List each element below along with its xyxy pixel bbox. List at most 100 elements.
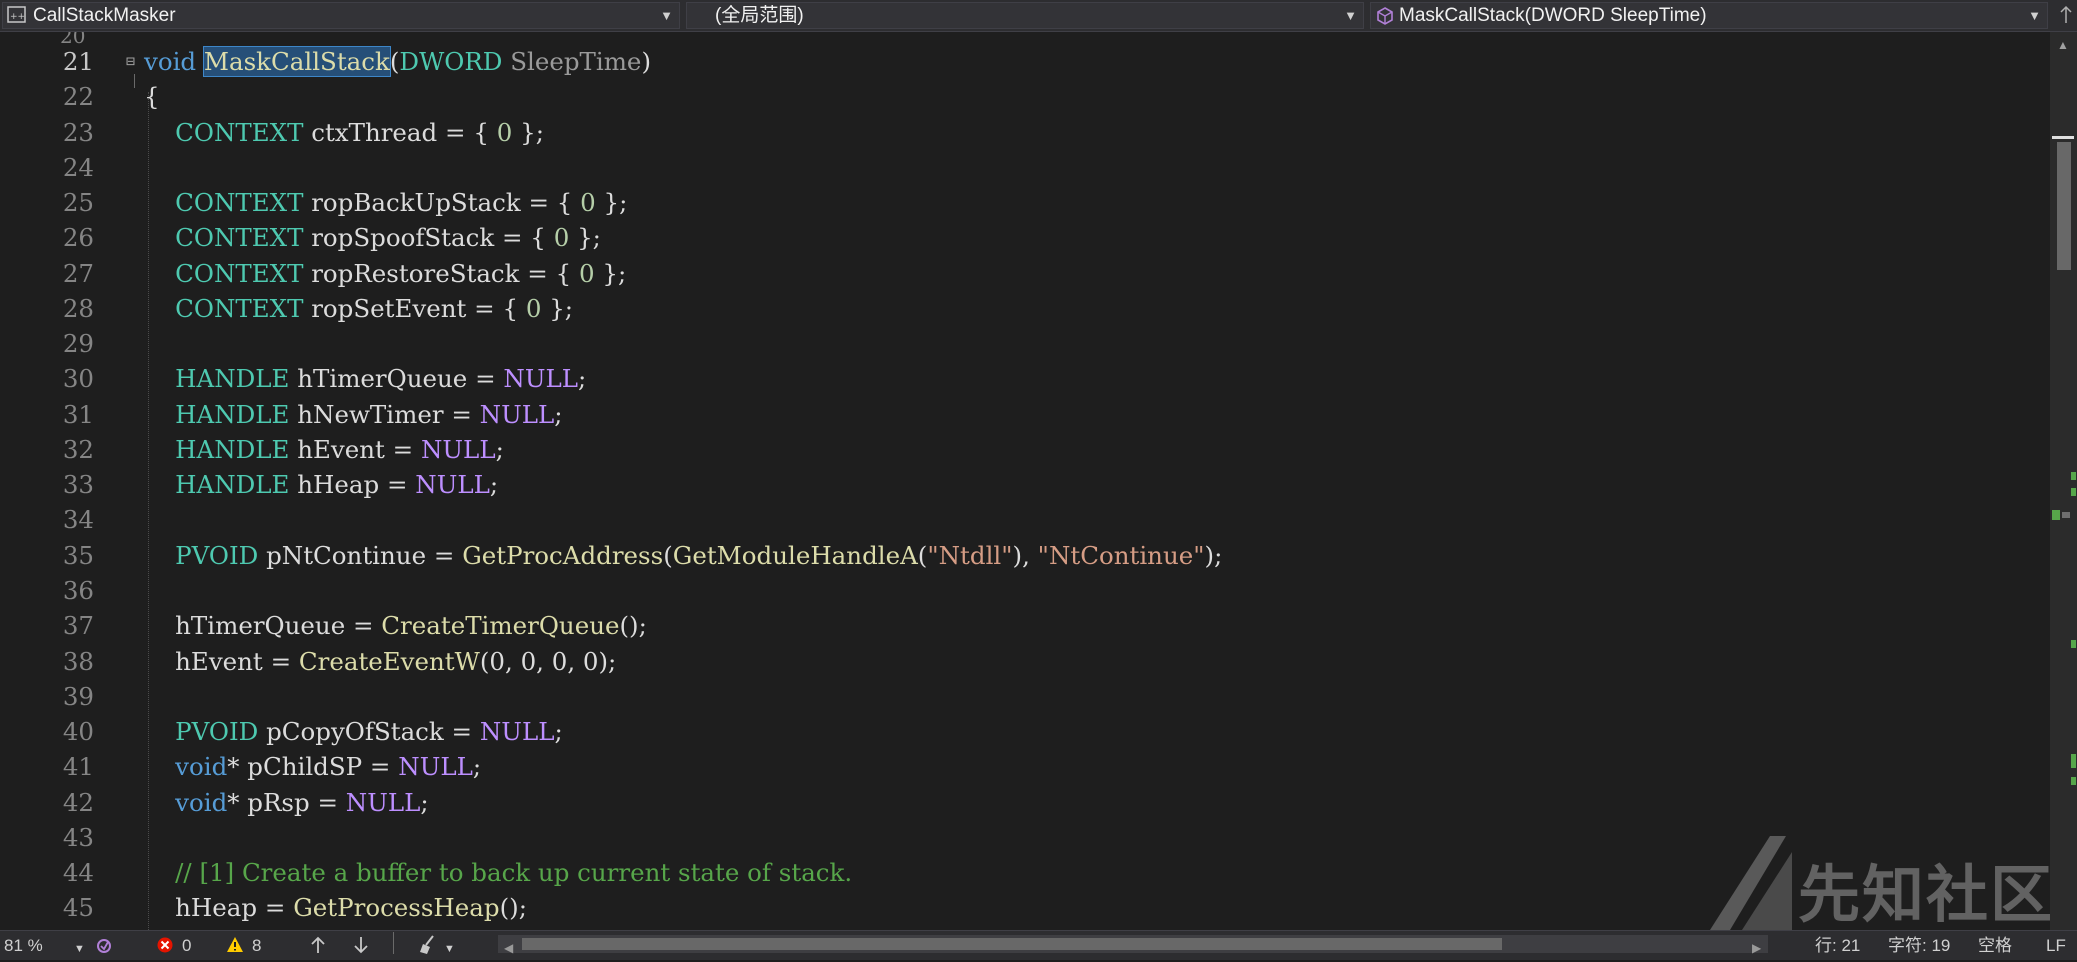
code-line[interactable]: 40 PVOID pCopyOfStack = NULL; xyxy=(0,714,2050,749)
scroll-thumb[interactable] xyxy=(2057,142,2071,270)
code-text: void MaskCallStack(DWORD SleepTime) xyxy=(144,44,651,79)
code-token: PVOID xyxy=(144,540,267,570)
code-token: MaskCallStack xyxy=(202,46,391,77)
scroll-left-icon[interactable]: ◀ xyxy=(504,937,513,959)
code-line[interactable]: 27 CONTEXT ropRestoreStack = { 0 }; xyxy=(0,256,2050,291)
code-text: HANDLE hHeap = NULL; xyxy=(144,467,498,502)
chevron-down-icon[interactable]: ▼ xyxy=(74,938,85,960)
arrow-down-icon[interactable] xyxy=(352,934,370,962)
zoom-level[interactable]: 81 % xyxy=(4,935,43,957)
code-token: ( xyxy=(389,47,400,76)
code-line[interactable]: 35 PVOID pNtContinue = GetProcAddress(Ge… xyxy=(0,538,2050,573)
code-line[interactable]: 33 HANDLE hHeap = NULL; xyxy=(0,467,2050,502)
change-marker xyxy=(2071,488,2076,496)
code-line[interactable]: 36 xyxy=(0,573,2050,608)
code-token: 0 xyxy=(553,223,570,253)
code-text: CONTEXT ropSpoofStack = { 0 }; xyxy=(144,220,601,255)
code-line[interactable]: 32 HANDLE hEvent = NULL; xyxy=(0,432,2050,467)
line-number: 44 xyxy=(62,858,94,888)
code-token: ; xyxy=(495,434,504,464)
code-text: PVOID pNtContinue = GetProcAddress(GetMo… xyxy=(144,538,1222,573)
code-token: ) xyxy=(641,47,651,76)
code-token: DWORD xyxy=(399,47,511,76)
code-token: NULL xyxy=(345,787,421,817)
code-token: 0 xyxy=(580,188,596,218)
code-line[interactable]: 22 { xyxy=(0,79,2050,114)
error-count[interactable]: 0 xyxy=(182,935,191,957)
code-line[interactable]: 42 void* pRsp = NULL; xyxy=(0,785,2050,820)
code-text: // [1] Create a buffer to back up curren… xyxy=(144,855,852,890)
code-token: ( xyxy=(917,540,928,570)
warning-count[interactable]: 8 xyxy=(252,935,261,957)
code-token: NULL xyxy=(479,717,555,747)
code-line[interactable]: 23 CONTEXT ctxThread = { 0 }; xyxy=(0,115,2050,150)
code-cleanup-brush-icon[interactable] xyxy=(418,934,442,962)
code-line[interactable]: 24 xyxy=(0,150,2050,185)
split-editor-icon[interactable] xyxy=(2057,4,2075,26)
intellicode-icon[interactable] xyxy=(94,936,114,962)
code-token: hHeap = xyxy=(144,893,294,923)
code-token: CONTEXT xyxy=(144,293,312,323)
code-token: ropRestoreStack = { xyxy=(311,258,579,288)
code-token: void xyxy=(144,752,228,782)
code-token: NULL xyxy=(479,399,555,429)
code-line[interactable]: 26 CONTEXT ropSpoofStack = { 0 }; xyxy=(0,220,2050,255)
code-token: CONTEXT xyxy=(144,258,312,288)
code-token: NULL xyxy=(398,752,473,782)
line-number: 23 xyxy=(62,117,94,147)
project-dropdown[interactable]: ++ CallStackMasker ▼ xyxy=(2,2,680,29)
code-text: PVOID pCopyOfStack = NULL; xyxy=(144,714,563,749)
change-marker xyxy=(2071,777,2076,785)
svg-text:++: ++ xyxy=(10,12,25,22)
arrow-up-icon[interactable] xyxy=(309,934,327,962)
line-number: 29 xyxy=(62,329,94,359)
code-line[interactable]: 28 CONTEXT ropSetEvent = { 0 }; xyxy=(0,291,2050,326)
chevron-down-icon[interactable]: ▼ xyxy=(444,938,455,960)
warning-icon[interactable] xyxy=(226,936,244,960)
line-number: 43 xyxy=(62,822,94,852)
member-dropdown[interactable]: MaskCallStack(DWORD SleepTime) ▼ xyxy=(1370,2,2048,29)
code-line[interactable]: 29 xyxy=(0,326,2050,361)
line-number: 42 xyxy=(62,787,94,817)
cpp-project-icon: ++ xyxy=(7,6,27,28)
scroll-up-icon[interactable]: ▲ xyxy=(2057,38,2069,52)
code-line[interactable]: 31 HANDLE hNewTimer = NULL; xyxy=(0,397,2050,432)
code-text: hTimerQueue = CreateTimerQueue(); xyxy=(144,608,647,643)
vertical-scrollbar[interactable]: ▲ xyxy=(2050,32,2077,930)
code-token: ; xyxy=(489,470,499,500)
code-editor[interactable]: 20 21 ⊟ void MaskCallStack(DWORD SleepTime… xyxy=(0,32,2050,930)
line-number: 37 xyxy=(62,611,94,641)
code-line[interactable]: 34 xyxy=(0,502,2050,537)
chevron-down-icon: ▼ xyxy=(2028,8,2041,23)
code-token: GetProcessHeap xyxy=(293,893,500,923)
code-token: pNtContinue = xyxy=(266,540,463,570)
code-line[interactable]: 37 hTimerQueue = CreateTimerQueue(); xyxy=(0,608,2050,643)
code-line[interactable]: 25 CONTEXT ropBackUpStack = { 0 }; xyxy=(0,185,2050,220)
code-token: ; xyxy=(554,399,563,429)
code-line[interactable]: 30 HANDLE hTimerQueue = NULL; xyxy=(0,361,2050,396)
code-token: GetProcAddress xyxy=(462,540,664,570)
code-line[interactable]: 21 ⊟ void MaskCallStack(DWORD SleepTime) xyxy=(0,44,2050,79)
line-number: 39 xyxy=(62,681,94,711)
line-number: 45 xyxy=(62,893,94,923)
line-ending[interactable]: LF xyxy=(2046,935,2066,957)
horizontal-scroll-thumb[interactable] xyxy=(522,938,1502,950)
code-line[interactable]: 39 xyxy=(0,679,2050,714)
chevron-down-icon: ▼ xyxy=(1344,8,1357,23)
fold-collapse-icon[interactable]: ⊟ xyxy=(126,44,135,79)
line-number: 34 xyxy=(62,505,94,535)
code-token: ropBackUpStack = { xyxy=(311,188,581,218)
scroll-right-icon[interactable]: ▶ xyxy=(1752,937,1761,959)
code-token: CreateTimerQueue xyxy=(381,611,620,641)
code-line[interactable]: 38 hEvent = CreateEventW(0, 0, 0, 0); xyxy=(0,644,2050,679)
error-icon[interactable] xyxy=(156,936,174,960)
status-bar: 81 % ▼ 0 8 ▼ ◀ ▶ 行: 21 字符: 19 空格 LF xyxy=(0,930,2077,960)
whitespace-mode[interactable]: 空格 xyxy=(1978,935,2012,957)
code-text: HANDLE hNewTimer = NULL; xyxy=(144,397,563,432)
char-position[interactable]: 字符: 19 xyxy=(1888,935,1950,957)
code-line[interactable]: 41 void* pChildSP = NULL; xyxy=(0,749,2050,784)
code-token: CONTEXT xyxy=(144,223,312,253)
scope-dropdown[interactable]: (全局范围) ▼ xyxy=(686,2,1364,29)
line-position[interactable]: 行: 21 xyxy=(1815,935,1860,957)
code-text: HANDLE hTimerQueue = NULL; xyxy=(144,361,586,396)
